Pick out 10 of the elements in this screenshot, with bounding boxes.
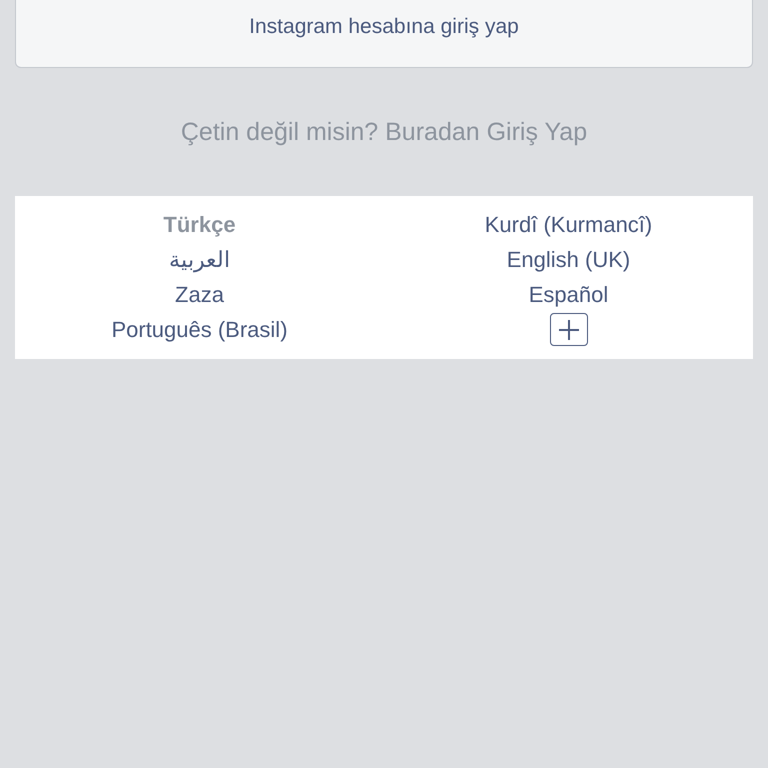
language-link[interactable]: العربية [169,246,230,272]
language-link[interactable]: Zaza [175,282,224,308]
language-link[interactable]: English (UK) [506,246,630,272]
more-languages-button[interactable] [550,313,588,346]
language-link[interactable]: Español [528,282,608,308]
language-link[interactable]: Kurdî (Kurmancî) [484,212,652,238]
login-link[interactable]: Instagram hesabına giriş yap [249,14,519,38]
plus-icon [558,318,580,340]
language-link[interactable]: Português (Brasil) [111,316,288,342]
account-card[interactable]: Instagram hesabına giriş yap [15,0,753,68]
